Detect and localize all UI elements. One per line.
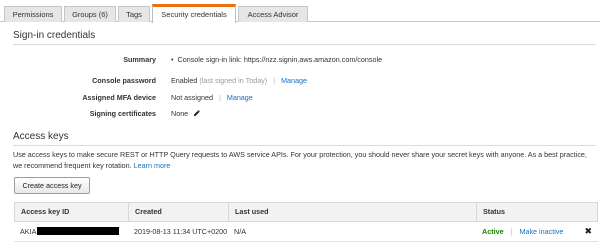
summary-row: Summary • Console sign-in link: https://n… [0,55,600,67]
separator: | [218,93,221,102]
summary-label: Summary [123,55,156,64]
separator: | [273,76,276,85]
created-cell: 2019-08-13 11:34 UTC+0200 [134,227,228,236]
signing-certificates-row: Signing certificates None [0,109,600,121]
redaction-bar [37,227,120,235]
tab-security-credentials[interactable]: Security credentials [152,4,236,23]
access-keys-description-text: Use access keys to make secure REST or H… [13,150,587,170]
summary-prefix: Console sign-in link: [177,55,242,64]
access-key-id-prefix: AKIA [20,227,37,236]
status-badge: Active [482,227,504,236]
tab-bar: Permissions Groups (6) Tags Security cre… [0,0,600,23]
signing-certificates-none: None [171,109,189,118]
mfa-status: Not assigned [171,93,213,102]
tab-groups[interactable]: Groups (6) [64,6,116,22]
access-key-id-cell: AKIA [14,222,128,241]
table-row: AKIA 2019-08-13 11:34 UTC+0200 N/A Activ… [14,222,598,242]
console-password-label: Console password [92,76,156,85]
learn-more-link[interactable]: Learn more [134,161,171,170]
tab-permissions[interactable]: Permissions [4,6,62,22]
access-keys-description: Use access keys to make secure REST or H… [13,149,588,171]
mfa-label: Assigned MFA device [82,93,156,102]
access-keys-title: Access keys [13,131,69,142]
mfa-value: Not assigned | Manage [171,93,253,102]
make-inactive-link[interactable]: Make inactive [519,227,563,236]
access-keys-table-header: Access key ID Created Last used Status [14,202,598,222]
bullet-icon: • [171,55,174,64]
column-header-created: Created [129,203,229,221]
tab-access-advisor[interactable]: Access Advisor [238,6,308,22]
console-password-row: Console password Enabled (last signed in… [0,76,600,88]
pencil-icon[interactable] [193,109,201,119]
console-password-note: (last signed in Today) [199,76,268,85]
column-header-status: Status [483,207,505,216]
signing-certificates-label: Signing certificates [89,109,156,118]
close-icon[interactable]: ✖ [584,222,592,241]
status-cell: Active | Make inactive [476,222,586,241]
column-header-last-used: Last used [229,203,477,221]
create-access-key-button[interactable]: Create access key [14,177,90,194]
mfa-row: Assigned MFA device Not assigned | Manag… [0,93,600,105]
separator: | [510,227,513,236]
divider [13,44,596,45]
summary-value: • Console sign-in link: https://nzz.signi… [171,55,382,64]
console-password-value: Enabled (last signed in Today) | Manage [171,76,307,85]
console-password-manage-link[interactable]: Manage [281,76,307,85]
tab-tags[interactable]: Tags [118,6,150,22]
signing-certificates-value: None [171,109,201,119]
last-used-cell: N/A [234,227,246,236]
console-password-status: Enabled [171,76,198,85]
mfa-manage-link[interactable]: Manage [227,93,253,102]
console-signin-link[interactable]: https://nzz.signin.aws.amazon.com/consol… [244,55,382,64]
column-header-access-key-id: Access key ID [15,203,129,221]
signin-credentials-title: Sign-in credentials [13,30,96,41]
divider [13,145,596,146]
